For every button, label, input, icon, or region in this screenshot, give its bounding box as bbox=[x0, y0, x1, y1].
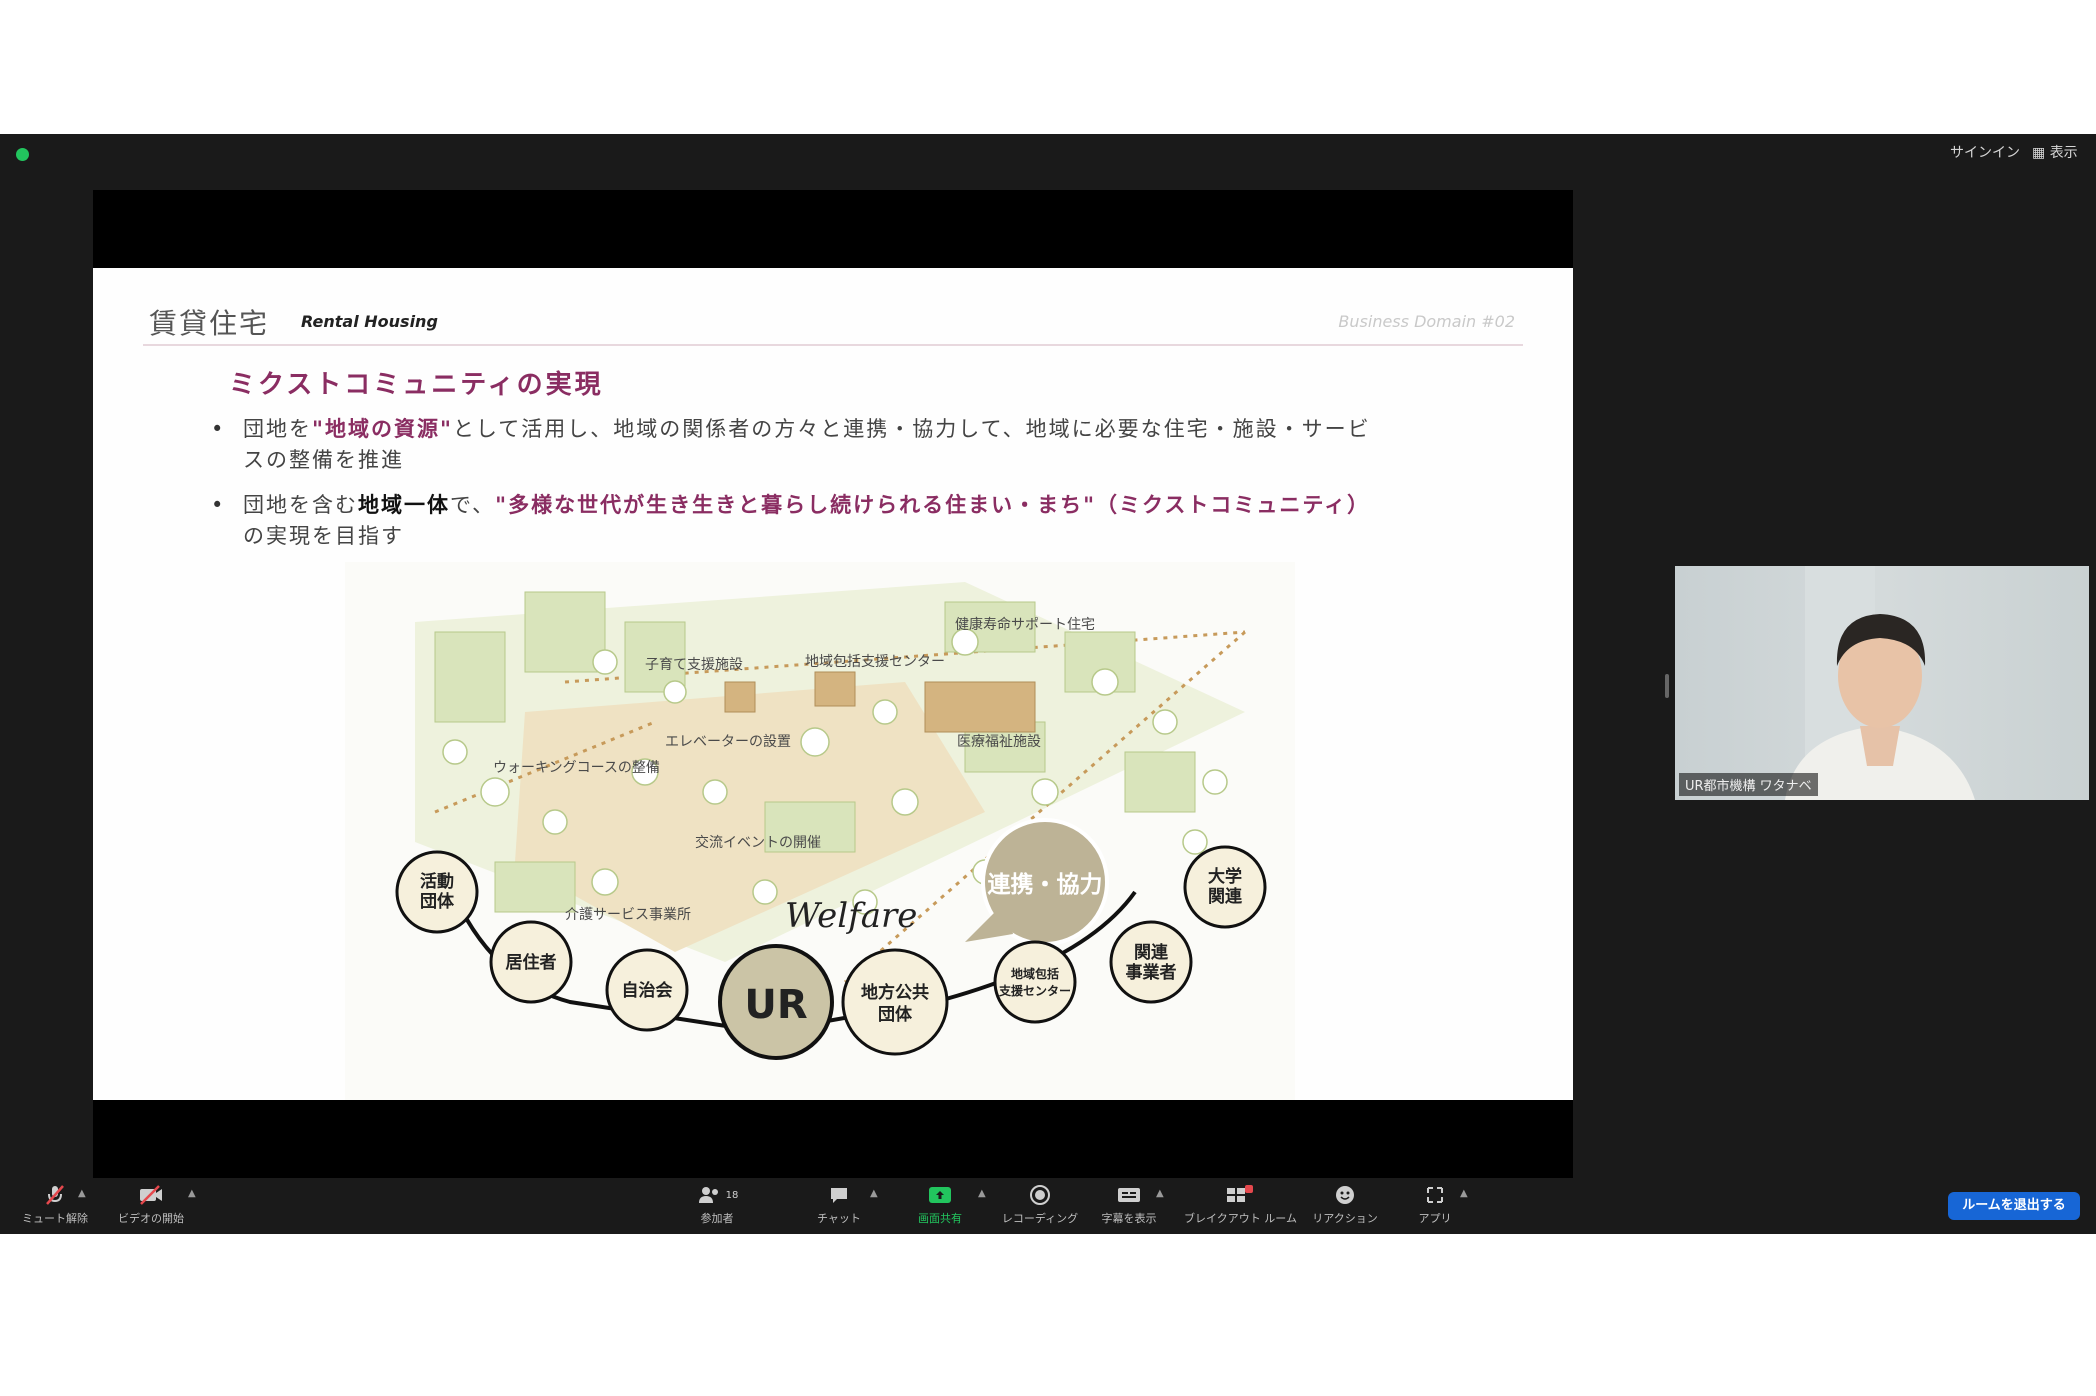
slide-domain-tag: Business Domain #02 bbox=[1338, 312, 1515, 331]
community-illustration: 健康寿命サポート住宅 子育て支援施設 地域包括支援センター エレベーターの設置 … bbox=[345, 562, 1295, 1100]
node-local-gov: 地方公共 団体 bbox=[841, 948, 949, 1056]
participants-icon: 18 bbox=[662, 1182, 772, 1208]
svg-text:地方公共: 地方公共 bbox=[861, 982, 929, 1003]
bullet-item-1: • 団地を"地域の資源"として活用し、地域の関係者の方々と連携・協力して、地域に… bbox=[211, 414, 1393, 476]
svg-text:活動: 活動 bbox=[420, 871, 454, 892]
microphone-muted-icon bbox=[0, 1182, 110, 1208]
encryption-status-icon[interactable] bbox=[16, 148, 29, 161]
tile-resize-handle[interactable] bbox=[1665, 674, 1669, 698]
participant-name: UR都市機構 ワタナベ bbox=[1679, 773, 1818, 796]
slide-title: 賃貸住宅 bbox=[149, 307, 270, 340]
slide-heading: ミクストコミュニティの実現 bbox=[229, 370, 604, 400]
slide-subtitle: Rental Housing bbox=[301, 312, 438, 331]
svg-text:支援センター: 支援センター bbox=[998, 983, 1071, 998]
label-walking: ウォーキングコースの整備 bbox=[493, 760, 660, 776]
participant-video-tile[interactable]: UR都市機構 ワタナベ bbox=[1675, 566, 2089, 800]
video-label: ビデオの開始 bbox=[118, 1212, 184, 1225]
svg-text:関連: 関連 bbox=[1208, 886, 1243, 907]
grid-icon: ▦ bbox=[2032, 145, 2046, 161]
svg-text:団体: 団体 bbox=[420, 891, 455, 912]
node-related-business: 関連 事業者 bbox=[1109, 920, 1193, 1004]
captions-icon bbox=[1074, 1182, 1184, 1208]
participants-label: 参加者 bbox=[700, 1212, 734, 1225]
node-university: 大学 関連 bbox=[1183, 845, 1267, 929]
label-medical: 医療福祉施設 bbox=[957, 733, 1041, 750]
captions-button[interactable]: 字幕を表示 bbox=[1074, 1182, 1184, 1226]
svg-text:関連: 関連 bbox=[1134, 942, 1169, 963]
label-event: 交流イベントの開催 bbox=[695, 834, 821, 851]
svg-text:UR: UR bbox=[744, 982, 807, 1028]
label-childcare: 子育て支援施設 bbox=[645, 657, 743, 673]
view-label: 表示 bbox=[2049, 145, 2078, 161]
slide-divider bbox=[143, 344, 1523, 346]
share-screen-label: 画面共有 bbox=[918, 1212, 962, 1225]
node-resident: 居住者 bbox=[489, 920, 573, 1004]
bullet-1-highlight: "地域の資源" bbox=[312, 417, 453, 441]
participants-count: 18 bbox=[725, 1189, 739, 1201]
label-community-center: 地域包括支援センター bbox=[805, 654, 945, 670]
label-care-service: 介護サービス事業所 bbox=[565, 907, 691, 923]
mute-button[interactable]: ミュート解除 bbox=[0, 1182, 110, 1226]
node-neighborhood: 自治会 bbox=[605, 948, 689, 1032]
welfare-logo: Welfare bbox=[785, 896, 917, 936]
bullet-dot: • bbox=[211, 493, 226, 517]
chat-label: チャット bbox=[817, 1212, 861, 1225]
shared-slide: 賃貸住宅 Rental Housing Business Domain #02 … bbox=[93, 268, 1573, 1100]
node-activity-group: 活動 団体 bbox=[395, 850, 479, 934]
signin-link[interactable]: サインイン bbox=[1950, 142, 2020, 162]
apps-button[interactable]: アプリ bbox=[1380, 1182, 1490, 1226]
collaboration-bubble: 連携・協力 bbox=[988, 871, 1103, 898]
bullet-2-mid: で、 bbox=[450, 493, 496, 517]
node-community-support: 地域包括 支援センター bbox=[993, 940, 1077, 1024]
apps-label: アプリ bbox=[1418, 1212, 1452, 1225]
leave-room-button[interactable]: ルームを退出する bbox=[1948, 1192, 2080, 1220]
bullet-2-bold: 地域一体 bbox=[358, 493, 450, 517]
captions-label: 字幕を表示 bbox=[1101, 1212, 1157, 1225]
label-support-housing: 健康寿命サポート住宅 bbox=[955, 616, 1095, 633]
mute-options-caret-icon[interactable]: ▲ bbox=[78, 1188, 86, 1199]
breakout-rooms-icon bbox=[1184, 1182, 1294, 1208]
bullet-dot: • bbox=[211, 417, 226, 441]
node-ur: UR bbox=[718, 944, 834, 1060]
participant-avatar bbox=[1785, 566, 1975, 800]
bullet-2-pre: 団地を含む bbox=[243, 493, 358, 517]
top-bar: サインイン ▦ 表示 bbox=[0, 134, 2096, 174]
apps-options-caret-icon[interactable]: ▲ bbox=[1460, 1188, 1468, 1199]
svg-text:自治会: 自治会 bbox=[622, 980, 673, 1001]
participants-button[interactable]: 18 参加者 bbox=[662, 1182, 772, 1226]
label-elevator: エレベーターの設置 bbox=[665, 734, 791, 750]
apps-icon bbox=[1380, 1182, 1490, 1208]
captions-options-caret-icon[interactable]: ▲ bbox=[1156, 1188, 1164, 1199]
chat-options-caret-icon[interactable]: ▲ bbox=[870, 1188, 878, 1199]
bullet-2-post: の実現を目指す bbox=[243, 524, 404, 548]
zoom-meeting-window: サインイン ▦ 表示 賃貸住宅 Rental Housing Business … bbox=[0, 134, 2096, 1234]
breakout-rooms-button[interactable]: ブレイクアウト ルーム bbox=[1184, 1182, 1297, 1226]
shared-screen-letterbox-top bbox=[93, 190, 1573, 268]
bullet-1-pre: 団地を bbox=[243, 417, 312, 441]
bullet-item-2: • 団地を含む地域一体で、"多様な世代が生き生きと暮らし続けられる住まい・まち"… bbox=[211, 490, 1393, 552]
bullet-2-highlight: "多様な世代が生き生きと暮らし続けられる住まい・まち"（ミクストコミュニティ） bbox=[495, 493, 1371, 517]
shared-screen-letterbox-bottom bbox=[93, 1100, 1573, 1178]
view-button[interactable]: ▦ 表示 bbox=[2032, 142, 2078, 162]
video-options-caret-icon[interactable]: ▲ bbox=[188, 1188, 196, 1199]
svg-text:大学: 大学 bbox=[1208, 866, 1242, 887]
breakout-rooms-label: ブレイクアウト ルーム bbox=[1184, 1212, 1297, 1225]
mute-label: ミュート解除 bbox=[22, 1212, 88, 1225]
meeting-toolbar: ミュート解除 ▲ ビデオの開始 ▲ 18 参加者 チャット ▲ 画面共有 ▲ レ… bbox=[0, 1178, 2096, 1234]
svg-text:事業者: 事業者 bbox=[1126, 962, 1177, 983]
svg-text:団体: 団体 bbox=[878, 1004, 913, 1025]
svg-text:地域包括: 地域包括 bbox=[1011, 966, 1059, 981]
svg-text:居住者: 居住者 bbox=[506, 952, 557, 973]
